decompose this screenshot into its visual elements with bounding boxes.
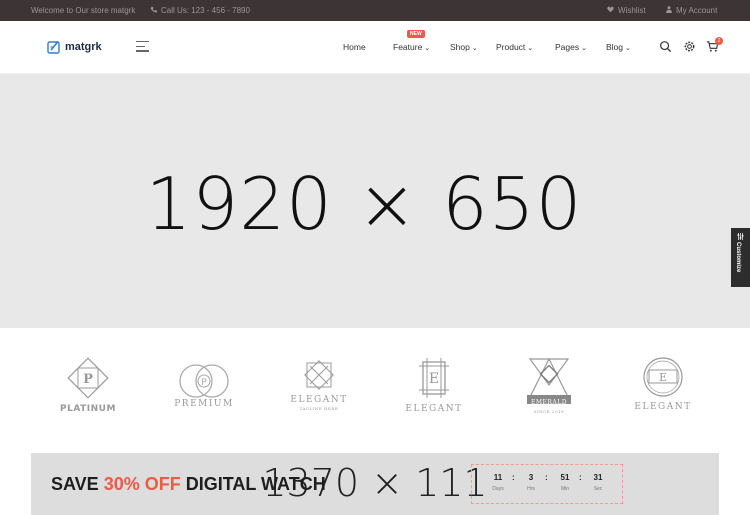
- countdown-days-value: 11: [493, 473, 503, 482]
- my-account-label: My Account: [676, 6, 718, 15]
- promo-title: SAVE 30% OFF DIGITAL WATCH: [51, 474, 326, 495]
- sliders-icon: [737, 233, 744, 240]
- brand-emerald-tagline: SINCE 2018: [533, 409, 565, 414]
- logo-icon: [47, 40, 60, 54]
- brand-emerald[interactable]: EMERALD SINCE 2018: [509, 355, 589, 425]
- brand-premium-text: PREMIUM: [174, 399, 234, 409]
- menu-icon[interactable]: [136, 41, 149, 52]
- chevron-down-icon: ⌄: [471, 45, 478, 52]
- nav-feature-label: Feature: [393, 42, 423, 52]
- countdown-days-label: Days: [492, 486, 504, 492]
- user-icon: [666, 6, 672, 15]
- nav-shop-label: Shop: [450, 42, 470, 52]
- heart-icon: [607, 6, 614, 15]
- chevron-down-icon: ⌄: [625, 45, 631, 52]
- countdown-separator: :: [512, 473, 515, 482]
- brand-elegant-1[interactable]: ELEGANT TAGLINE HERE: [279, 355, 359, 425]
- nav-feature[interactable]: Feature ⌄: [393, 42, 430, 52]
- nav-product-label: Product: [496, 42, 526, 52]
- brand-elegant-3-text: ELEGANT: [634, 402, 692, 412]
- logo-text: matgrk: [65, 41, 102, 53]
- chevron-down-icon: ⌄: [581, 45, 587, 52]
- main-header: matgrk Home NEW Feature ⌄ Shop ⌄ Product ⌄ …: [0, 21, 750, 74]
- countdown-separator: :: [579, 473, 582, 482]
- elegant-badge-logo-icon: E: [643, 357, 683, 397]
- nav-blog[interactable]: Blog ⌄: [606, 42, 631, 52]
- nav-product[interactable]: Product ⌄: [496, 42, 533, 52]
- gear-icon[interactable]: [683, 40, 696, 53]
- elegant-frame-logo-icon: E: [419, 358, 449, 398]
- brand-emerald-text: EMERALD: [530, 399, 568, 406]
- countdown-separator: :: [545, 473, 548, 482]
- countdown-seconds-value: 31: [593, 473, 603, 482]
- countdown-minutes-label: Min: [560, 486, 570, 492]
- brand-premium[interactable]: P PREMIUM: [164, 355, 244, 425]
- nav-shop[interactable]: Shop ⌄: [450, 42, 478, 52]
- hero-banner[interactable]: 1920 × 650: [0, 74, 750, 328]
- svg-text:P: P: [201, 378, 207, 388]
- phone-icon: [150, 6, 157, 15]
- promo-title-prefix: SAVE: [51, 474, 104, 494]
- customize-label: Customize: [735, 242, 741, 273]
- hero-placeholder-text: 1920 × 650: [145, 162, 583, 246]
- logo[interactable]: matgrk: [47, 38, 102, 56]
- my-account-link[interactable]: My Account: [666, 6, 717, 15]
- premium-logo-icon: P: [179, 364, 229, 398]
- search-icon[interactable]: [659, 40, 672, 53]
- brand-logos-row: P PLATINUM P PREMIUM ELEGANT TAGLINE HER…: [0, 328, 750, 452]
- nav-home[interactable]: Home: [343, 42, 366, 52]
- call-us: Call Us: 123 - 456 - 7890: [150, 6, 250, 15]
- top-bar: Welcome to Our store matgrk Call Us: 123…: [0, 0, 750, 21]
- countdown-hours-label: Hrs: [527, 486, 535, 492]
- svg-text:E: E: [659, 371, 667, 384]
- chevron-down-icon: ⌄: [527, 45, 534, 52]
- brand-elegant-2[interactable]: E ELEGANT: [394, 355, 474, 425]
- chevron-down-icon: ⌄: [424, 45, 431, 52]
- nav-pages-label: Pages: [555, 42, 580, 52]
- countdown-minutes-value: 51: [560, 473, 570, 482]
- countdown-hours-value: 3: [528, 473, 534, 482]
- promo-title-suffix: DIGITAL WATCH: [180, 474, 326, 494]
- call-us-text: Call Us: 123 - 456 - 7890: [161, 6, 250, 15]
- wishlist-label: Wishlist: [618, 6, 646, 15]
- welcome-text: Welcome to Our store matgrk: [31, 6, 136, 15]
- new-badge: NEW: [407, 30, 425, 38]
- customize-tab[interactable]: Customize: [731, 228, 750, 287]
- countdown-seconds-label: Sec: [593, 486, 603, 492]
- platinum-logo-icon: P: [67, 357, 109, 399]
- promo-banner[interactable]: 1370 × 111 SAVE 30% OFF DIGITAL WATCH 11…: [31, 453, 719, 515]
- countdown-seconds: 31 Sec: [586, 473, 610, 492]
- nav-pages[interactable]: Pages ⌄: [555, 42, 587, 52]
- countdown-days: 11 Days: [486, 473, 510, 492]
- brand-platinum-text: PLATINUM: [60, 404, 116, 414]
- svg-text:E: E: [429, 371, 439, 387]
- wishlist-link[interactable]: Wishlist: [607, 6, 646, 15]
- brand-elegant-3[interactable]: E ELEGANT: [623, 355, 703, 425]
- brand-elegant-1-text: ELEGANT: [290, 395, 348, 405]
- countdown-hours: 3 Hrs: [519, 473, 543, 492]
- countdown-timer: 11 Days : 3 Hrs : 51 Min : 31 Sec: [471, 464, 623, 504]
- brand-elegant-1-tagline: TAGLINE HERE: [299, 406, 339, 411]
- brand-elegant-2-text: ELEGANT: [405, 404, 463, 414]
- promo-title-highlight: 30% OFF: [103, 474, 181, 494]
- nav-blog-label: Blog: [606, 42, 624, 52]
- cart-count-badge: 2: [715, 37, 723, 45]
- elegant-knot-logo-icon: [304, 360, 334, 390]
- countdown-minutes: 51 Min: [553, 473, 577, 492]
- svg-text:P: P: [83, 372, 93, 387]
- brand-platinum[interactable]: P PLATINUM: [48, 355, 128, 425]
